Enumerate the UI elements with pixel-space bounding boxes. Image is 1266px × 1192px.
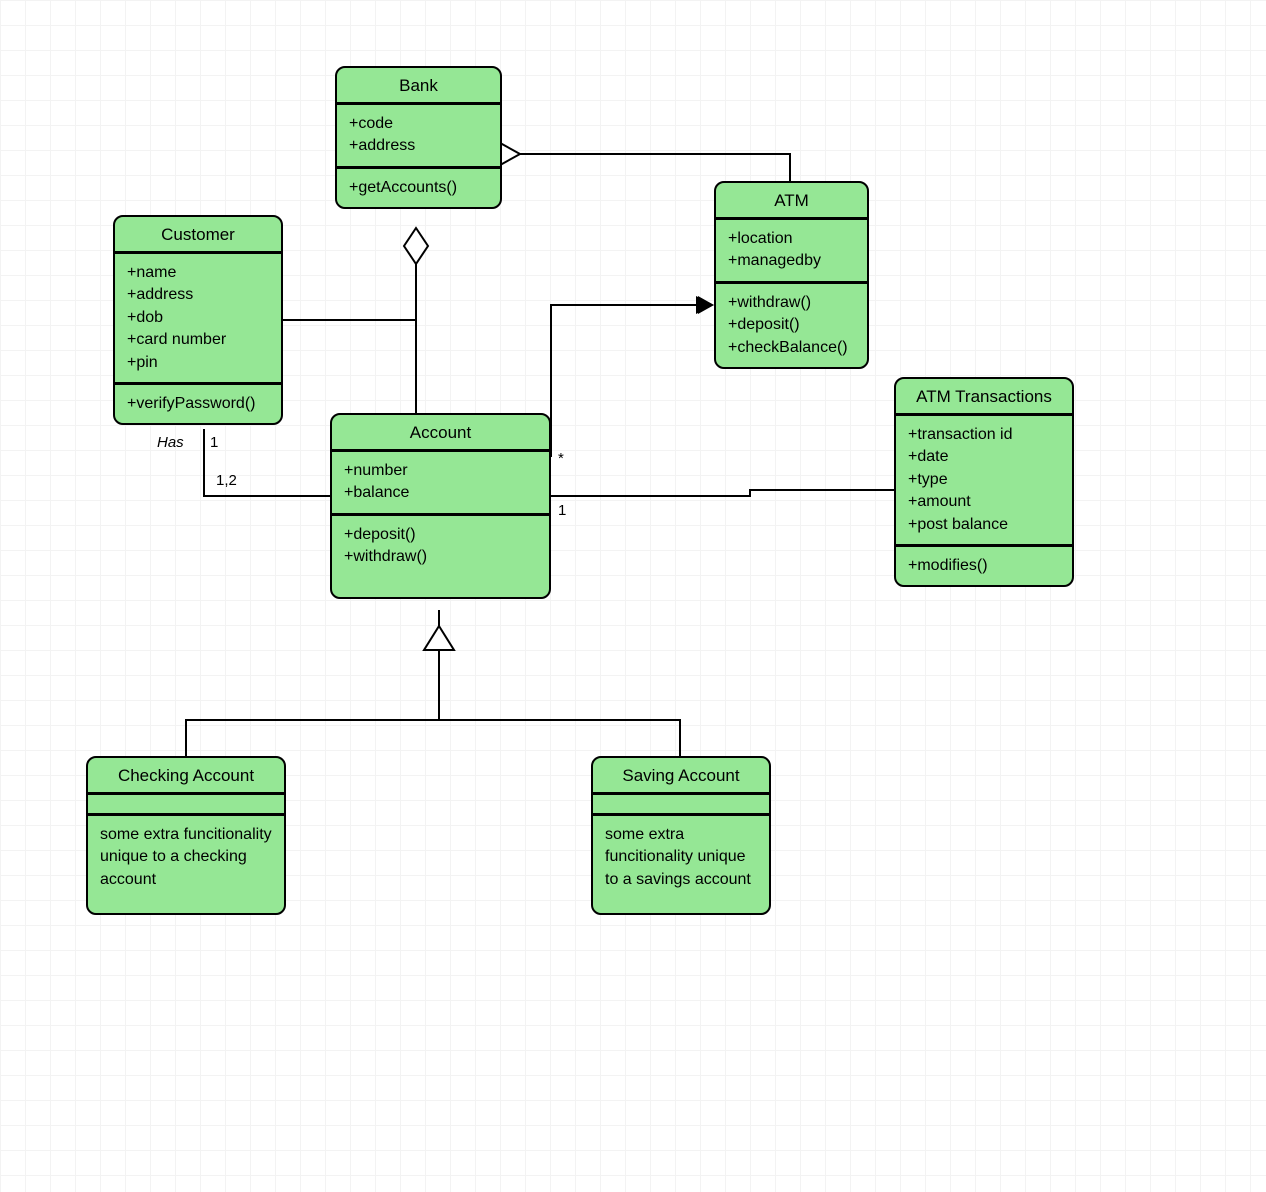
class-ops: +deposit() +withdraw(): [332, 516, 549, 597]
class-ops: +verifyPassword(): [115, 385, 281, 423]
class-bank[interactable]: Bank +code +address +getAccounts(): [335, 66, 502, 209]
class-account[interactable]: Account +number +balance +deposit() +wit…: [330, 413, 551, 599]
class-title: Checking Account: [88, 758, 284, 795]
class-title: Account: [332, 415, 549, 452]
label-onetwo: 1,2: [216, 472, 237, 489]
class-atm-transactions[interactable]: ATM Transactions +transaction id +date +…: [894, 377, 1074, 587]
class-ops: some extra funcitionality unique to a sa…: [593, 816, 769, 913]
class-title: ATM: [716, 183, 867, 220]
label-one2: 1: [558, 502, 566, 519]
label-has: Has: [157, 434, 184, 451]
class-attrs: +location +managedby: [716, 220, 867, 284]
class-attrs: [88, 795, 284, 816]
class-ops: +withdraw() +deposit() +checkBalance(): [716, 284, 867, 367]
connectors: [0, 0, 1266, 1192]
class-attrs: [593, 795, 769, 816]
class-title: Customer: [115, 217, 281, 254]
class-checking-account[interactable]: Checking Account some extra funcitionali…: [86, 756, 286, 915]
class-title: ATM Transactions: [896, 379, 1072, 416]
class-atm[interactable]: ATM +location +managedby +withdraw() +de…: [714, 181, 869, 369]
class-title: Bank: [337, 68, 500, 105]
class-ops: +getAccounts(): [337, 169, 500, 207]
label-one: 1: [210, 434, 218, 451]
class-ops: some extra funcitionality unique to a ch…: [88, 816, 284, 913]
class-ops: +modifies(): [896, 547, 1072, 585]
class-title: Saving Account: [593, 758, 769, 795]
diagram-canvas: Bank +code +address +getAccounts() Custo…: [0, 0, 1266, 1192]
class-customer[interactable]: Customer +name +address +dob +card numbe…: [113, 215, 283, 425]
label-star: *: [558, 450, 564, 467]
class-saving-account[interactable]: Saving Account some extra funcitionality…: [591, 756, 771, 915]
class-attrs: +transaction id +date +type +amount +pos…: [896, 416, 1072, 547]
class-attrs: +number +balance: [332, 452, 549, 516]
class-attrs: +code +address: [337, 105, 500, 169]
class-attrs: +name +address +dob +card number +pin: [115, 254, 281, 385]
